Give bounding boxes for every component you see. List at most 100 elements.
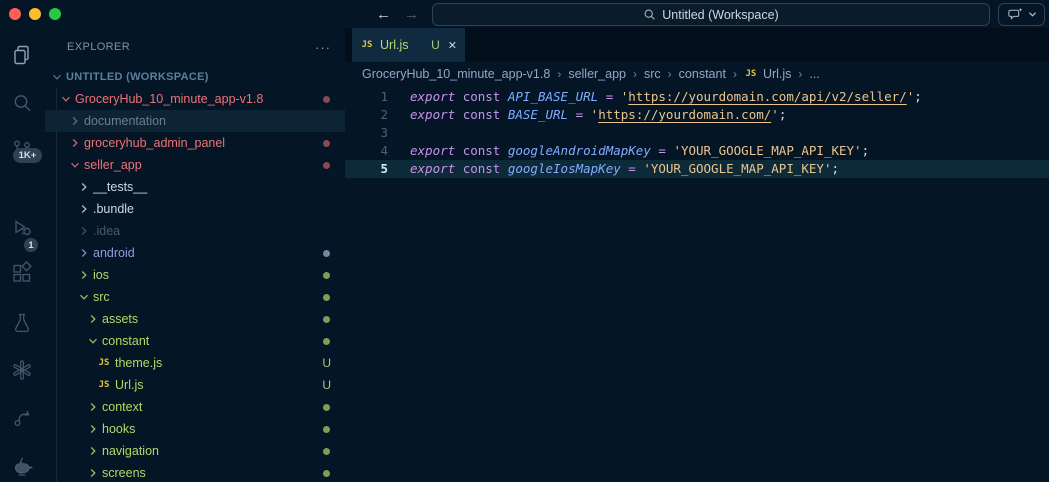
- openai-icon[interactable]: [10, 358, 34, 382]
- code-token: const: [462, 143, 501, 158]
- extensions-icon[interactable]: [10, 261, 34, 285]
- run-debug-icon[interactable]: [10, 216, 34, 240]
- tree-item--tests-[interactable]: __tests__: [45, 176, 345, 198]
- breadcrumb-label: Url.js: [762, 67, 792, 81]
- chevron-down-icon: [53, 74, 61, 80]
- workspace-title: Untitled (Workspace): [662, 7, 779, 22]
- breadcrumb-item[interactable]: GroceryHub_10_minute_app-v1.8: [362, 67, 550, 81]
- code-token: =: [568, 107, 591, 122]
- code-token: ': [771, 107, 779, 122]
- code-token: ;: [831, 161, 840, 176]
- close-tab-icon[interactable]: ✕: [448, 39, 457, 52]
- code-editor[interactable]: 1 export const API_BASE_URL = 'https://yo…: [345, 86, 1049, 178]
- code-token: export: [410, 161, 456, 176]
- tree-item-theme-js[interactable]: JS theme.js U: [45, 352, 345, 374]
- tree-item-screens[interactable]: screens: [45, 462, 345, 482]
- share-arrow-icon[interactable]: [10, 406, 34, 430]
- code-line-4[interactable]: 4 export const googleAndroidMapKey = 'YOU…: [345, 142, 1049, 160]
- command-center-search[interactable]: Untitled (Workspace): [432, 3, 990, 26]
- chevron-right-icon: [81, 227, 87, 235]
- search-icon: [644, 9, 656, 20]
- code-line-content: export const API_BASE_URL = 'https://you…: [388, 88, 922, 106]
- explorer-title: EXPLORER: [67, 41, 131, 53]
- code-token: https://yourdomain.com/: [598, 107, 772, 122]
- chevron-right-icon: [90, 425, 96, 433]
- breadcrumb-item[interactable]: ...: [809, 67, 819, 81]
- tree-item-navigation[interactable]: navigation: [45, 440, 345, 462]
- explorer-icon[interactable]: [10, 43, 34, 67]
- tree-item-label: navigation: [102, 444, 159, 458]
- tab-urljs[interactable]: JS Url.js U ✕: [352, 28, 465, 62]
- workspace-root-row[interactable]: UNTITLED (WORKSPACE): [45, 66, 345, 88]
- tree-item--idea[interactable]: .idea: [45, 220, 345, 242]
- code-line-3[interactable]: 3: [345, 124, 1049, 142]
- status-dot: [323, 315, 330, 323]
- breadcrumb-item[interactable]: src: [644, 67, 661, 81]
- search-view-icon[interactable]: [10, 91, 34, 115]
- code-token: =: [598, 89, 621, 104]
- code-line-1[interactable]: 1 export const API_BASE_URL = 'https://yo…: [345, 88, 1049, 106]
- breadcrumb-item[interactable]: JS Url.js: [744, 67, 792, 81]
- js-file-icon: JS: [98, 358, 110, 368]
- code-token: export: [410, 107, 456, 122]
- tree-item-documentation[interactable]: documentation: [45, 110, 345, 132]
- code-token: const: [462, 89, 501, 104]
- code-line-content: export const googleIosMapKey = 'YOUR_GOO…: [388, 160, 839, 178]
- tree-item-seller-app[interactable]: seller_app: [45, 154, 345, 176]
- tree-item-ios[interactable]: ios: [45, 264, 345, 286]
- copilot-button[interactable]: [998, 3, 1045, 26]
- breadcrumb-item[interactable]: constant: [679, 67, 726, 81]
- code-line-2[interactable]: 2 export const BASE_URL = 'https://yourdo…: [345, 106, 1049, 124]
- file-tree: GroceryHub_10_minute_app-v1.8 documentati…: [45, 88, 345, 482]
- tab-label: Url.js: [380, 38, 409, 52]
- status-dot: [323, 447, 330, 455]
- copilot-chat-icon: [1007, 8, 1022, 20]
- tree-item-context[interactable]: context: [45, 396, 345, 418]
- back-button[interactable]: ←: [376, 6, 391, 23]
- history-navigation: ← →: [376, 0, 419, 28]
- genie-lamp-icon[interactable]: [10, 454, 34, 478]
- tree-item-constant[interactable]: constant: [45, 330, 345, 352]
- testing-flask-icon[interactable]: [10, 311, 34, 335]
- chevron-right-icon: [90, 315, 96, 323]
- chevron-right-icon: [72, 117, 78, 125]
- tree-item-android[interactable]: android: [45, 242, 345, 264]
- tree-item-assets[interactable]: assets: [45, 308, 345, 330]
- breadcrumb-separator: ›: [732, 67, 737, 81]
- extensions-badge: 1: [24, 238, 38, 252]
- tree-item-groceryhub-admin-panel[interactable]: groceryhub_admin_panel: [45, 132, 345, 154]
- git-untracked-badge: U: [322, 378, 331, 392]
- tree-item-url-js[interactable]: JS Url.js U: [45, 374, 345, 396]
- tree-item-label: screens: [102, 466, 146, 480]
- breadcrumb-item[interactable]: seller_app: [568, 67, 626, 81]
- code-token: BASE_URL: [507, 107, 569, 122]
- tree-item-src[interactable]: src: [45, 286, 345, 308]
- line-number: 3: [380, 125, 388, 140]
- forward-button[interactable]: →: [404, 6, 419, 23]
- git-untracked-badge: U: [322, 356, 331, 370]
- more-actions-icon[interactable]: ···: [315, 40, 331, 55]
- maximize-window-button[interactable]: [49, 8, 61, 20]
- code-token: https://yourdomain.com/api/v2/seller/: [628, 89, 907, 104]
- editor-group: JS Url.js U ✕ GroceryHub_10_minute_app-v…: [345, 28, 1049, 482]
- close-window-button[interactable]: [9, 8, 21, 20]
- code-token: =: [650, 143, 674, 158]
- tree-item-hooks[interactable]: hooks: [45, 418, 345, 440]
- tree-item-groceryhub-10-minute-app-v1-8[interactable]: GroceryHub_10_minute_app-v1.8: [45, 88, 345, 110]
- tree-item-label: hooks: [102, 422, 136, 436]
- tree-item--bundle[interactable]: .bundle: [45, 198, 345, 220]
- chevron-right-icon: [90, 447, 96, 455]
- tree-item-label: documentation: [84, 114, 167, 128]
- code-line-5[interactable]: 5 export const googleIosMapKey = 'YOUR_GO…: [345, 160, 1049, 178]
- chevron-down-icon: [62, 96, 70, 102]
- chevron-right-icon: [81, 183, 87, 191]
- tree-item-label: .idea: [93, 224, 121, 238]
- chevron-down-icon: [89, 338, 97, 344]
- status-dot: [323, 293, 330, 301]
- minimize-window-button[interactable]: [29, 8, 41, 20]
- js-file-icon: JS: [745, 69, 757, 79]
